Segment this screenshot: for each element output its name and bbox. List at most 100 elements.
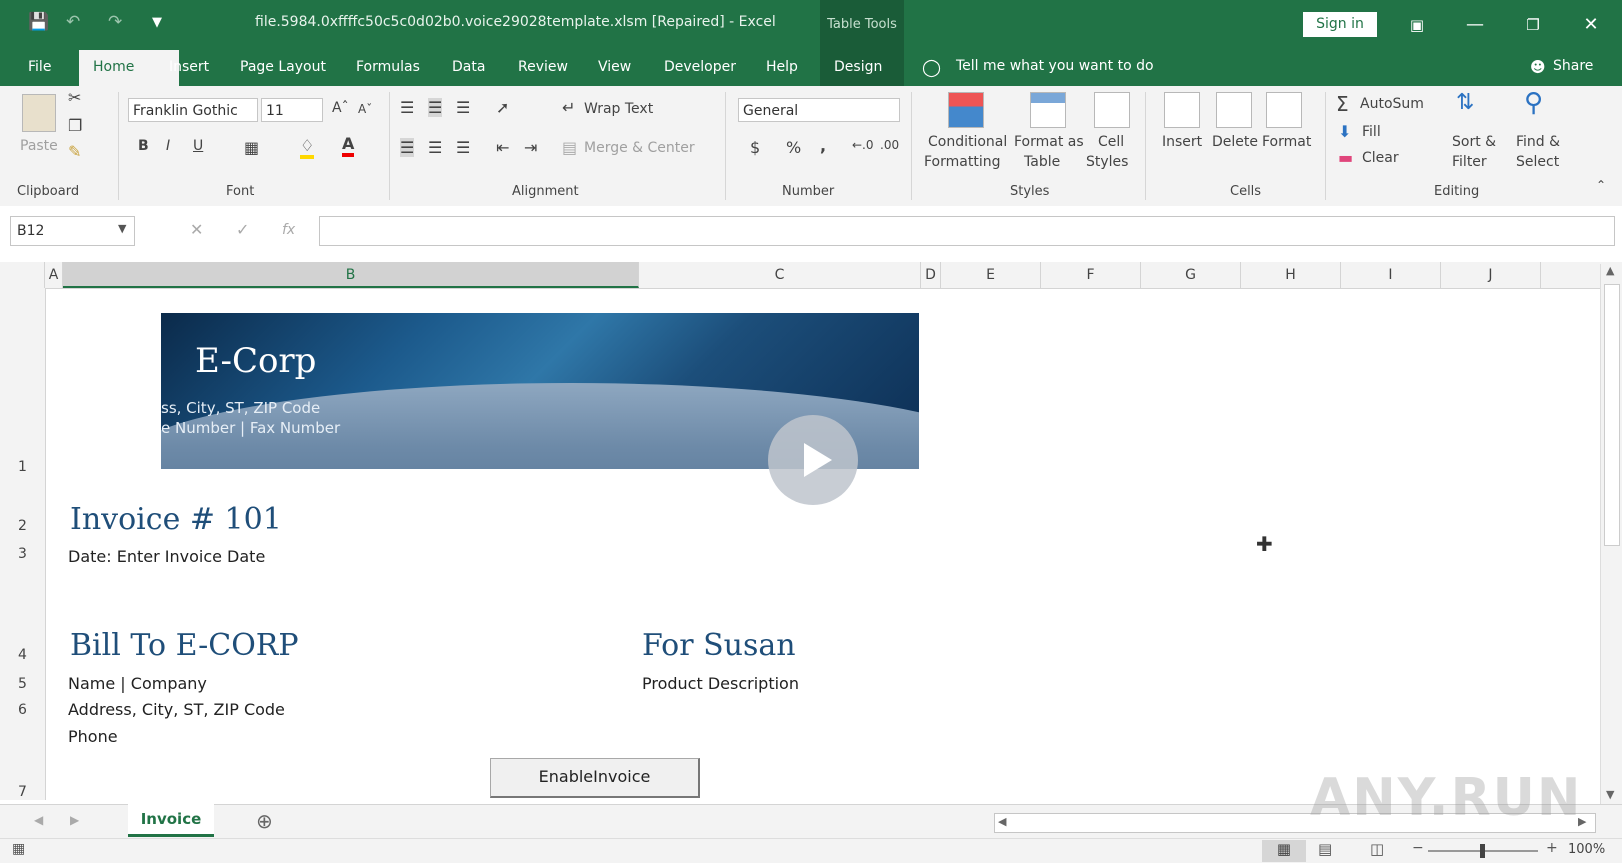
find-select-label-2[interactable]: Select <box>1516 154 1559 170</box>
column-header-c[interactable]: C <box>639 262 921 288</box>
row-header-4[interactable]: 4 <box>0 647 45 663</box>
tab-data[interactable]: Data <box>438 50 499 86</box>
name-box[interactable]: B12 <box>10 216 135 246</box>
bill-to-heading[interactable]: Bill To E-CORP <box>70 628 299 663</box>
column-header-e[interactable]: E <box>941 262 1041 288</box>
italic-button[interactable]: I <box>166 138 170 154</box>
conditional-formatting-label-2[interactable]: Formatting <box>924 154 1000 170</box>
row-header-7[interactable]: 7 <box>0 784 45 800</box>
fill-color-icon[interactable]: ♢ <box>300 136 315 159</box>
row-header-6[interactable]: 6 <box>0 702 45 718</box>
cancel-icon[interactable]: ✕ <box>190 220 203 239</box>
format-painter-icon[interactable]: ✎ <box>68 142 81 161</box>
tab-insert[interactable]: Insert <box>155 50 223 86</box>
collapse-ribbon-icon[interactable]: ⌃ <box>1596 178 1606 192</box>
fill-button[interactable]: Fill <box>1362 124 1381 140</box>
tab-help[interactable]: Help <box>752 50 812 86</box>
column-header-b[interactable]: B <box>63 262 639 288</box>
copy-icon[interactable]: ❐ <box>68 116 82 135</box>
underline-button[interactable]: U <box>193 138 203 154</box>
increase-decimal-icon[interactable]: ←.0 <box>852 138 874 152</box>
sign-in-button[interactable]: Sign in <box>1303 12 1377 37</box>
column-header-g[interactable]: G <box>1141 262 1241 288</box>
enable-invoice-button[interactable]: EnableInvoice <box>490 758 700 798</box>
formula-input[interactable] <box>319 216 1615 246</box>
tab-review[interactable]: Review <box>504 50 582 86</box>
column-header-i[interactable]: I <box>1341 262 1441 288</box>
column-header-h[interactable]: H <box>1241 262 1341 288</box>
invoice-date[interactable]: Date: Enter Invoice Date <box>68 547 265 566</box>
tab-developer[interactable]: Developer <box>650 50 750 86</box>
enter-icon[interactable]: ✓ <box>236 220 249 239</box>
row-header-5[interactable]: 5 <box>0 676 45 692</box>
share-button[interactable]: Share <box>1553 58 1593 74</box>
tab-page-layout[interactable]: Page Layout <box>226 50 340 86</box>
decrease-indent-icon[interactable]: ⇤ <box>496 138 509 157</box>
delete-cells-button[interactable]: Delete <box>1212 134 1258 150</box>
vertical-scrollbar[interactable]: ▲ ▼ <box>1600 264 1622 804</box>
font-color-icon[interactable]: A <box>342 134 355 157</box>
redo-icon[interactable]: ↷ <box>108 12 122 32</box>
find-select-icon[interactable]: ⚲ <box>1524 88 1543 118</box>
comma-button[interactable]: , <box>820 136 826 155</box>
cell-styles-icon[interactable] <box>1094 92 1130 128</box>
row-header-2[interactable]: 2 <box>0 518 45 534</box>
share-icon[interactable]: ☻ <box>1530 58 1546 76</box>
zoom-level[interactable]: 100% <box>1568 842 1605 857</box>
minimize-icon[interactable]: — <box>1455 12 1495 38</box>
conditional-formatting-icon[interactable] <box>948 92 984 128</box>
cut-icon[interactable]: ✂ <box>68 88 81 107</box>
scroll-left-icon[interactable]: ◀ <box>998 815 1006 828</box>
invoice-title[interactable]: Invoice # 101 <box>70 502 282 537</box>
find-select-label-1[interactable]: Find & <box>1516 134 1560 150</box>
prev-sheet-icon[interactable]: ◀ <box>34 813 43 827</box>
paste-icon[interactable] <box>22 94 56 132</box>
insert-function-button[interactable]: fx <box>282 222 295 238</box>
column-header-d[interactable]: D <box>921 262 941 288</box>
delete-cells-icon[interactable] <box>1216 92 1252 128</box>
format-as-table-label-2[interactable]: Table <box>1024 154 1060 170</box>
top-align-icon[interactable]: ☰ <box>400 98 414 117</box>
page-break-view-icon[interactable]: ◫ <box>1370 840 1384 858</box>
autosum-button[interactable]: AutoSum <box>1360 96 1424 112</box>
tab-formulas[interactable]: Formulas <box>342 50 434 86</box>
scroll-down-icon[interactable]: ▼ <box>1606 788 1614 801</box>
tab-file[interactable]: File <box>14 50 65 86</box>
format-as-table-label-1[interactable]: Format as <box>1014 134 1084 150</box>
ribbon-display-icon[interactable]: ▣ <box>1397 12 1437 38</box>
customize-qat-icon[interactable]: ▼ <box>152 15 162 30</box>
row-header-3[interactable]: 3 <box>0 546 45 562</box>
paste-button[interactable]: Paste <box>20 138 58 154</box>
currency-button[interactable]: $ <box>750 138 760 157</box>
restore-icon[interactable]: ❐ <box>1513 12 1553 38</box>
format-cells-button[interactable]: Format <box>1262 134 1311 150</box>
align-left-icon[interactable]: ☰ <box>400 138 415 157</box>
for-heading[interactable]: For Susan <box>642 628 796 663</box>
product-description[interactable]: Product Description <box>642 674 799 693</box>
row-header-1[interactable]: 1 <box>0 459 45 475</box>
number-format-combo[interactable]: General <box>738 98 900 122</box>
new-sheet-icon[interactable]: ⊕ <box>256 809 273 833</box>
merge-center-icon[interactable]: ▤ <box>562 138 577 157</box>
borders-icon[interactable]: ▦ <box>244 138 259 157</box>
sort-filter-label-1[interactable]: Sort & <box>1452 134 1496 150</box>
sheet-tab-invoice[interactable]: Invoice <box>128 804 214 837</box>
select-all-corner[interactable] <box>0 262 45 288</box>
scroll-up-icon[interactable]: ▲ <box>1606 264 1614 277</box>
decrease-decimal-icon[interactable]: .00 <box>880 138 899 152</box>
insert-cells-icon[interactable] <box>1164 92 1200 128</box>
page-layout-view-icon[interactable]: ▤ <box>1318 840 1332 858</box>
sort-filter-label-2[interactable]: Filter <box>1452 154 1487 170</box>
column-header-j[interactable]: J <box>1441 262 1541 288</box>
undo-icon[interactable]: ↶ <box>66 12 80 32</box>
close-icon[interactable]: ✕ <box>1571 12 1611 38</box>
font-size-combo[interactable]: 11 <box>261 98 323 122</box>
format-cells-icon[interactable] <box>1266 92 1302 128</box>
font-name-combo[interactable]: Franklin Gothic <box>128 98 258 122</box>
increase-indent-icon[interactable]: ⇥ <box>524 138 537 157</box>
merge-center-button[interactable]: Merge & Center <box>584 140 695 156</box>
fill-icon[interactable]: ⬇ <box>1338 122 1351 141</box>
cell-styles-label-1[interactable]: Cell <box>1098 134 1124 150</box>
bill-to-name-company[interactable]: Name | Company <box>68 674 207 693</box>
middle-align-icon[interactable]: ☰ <box>428 98 443 117</box>
